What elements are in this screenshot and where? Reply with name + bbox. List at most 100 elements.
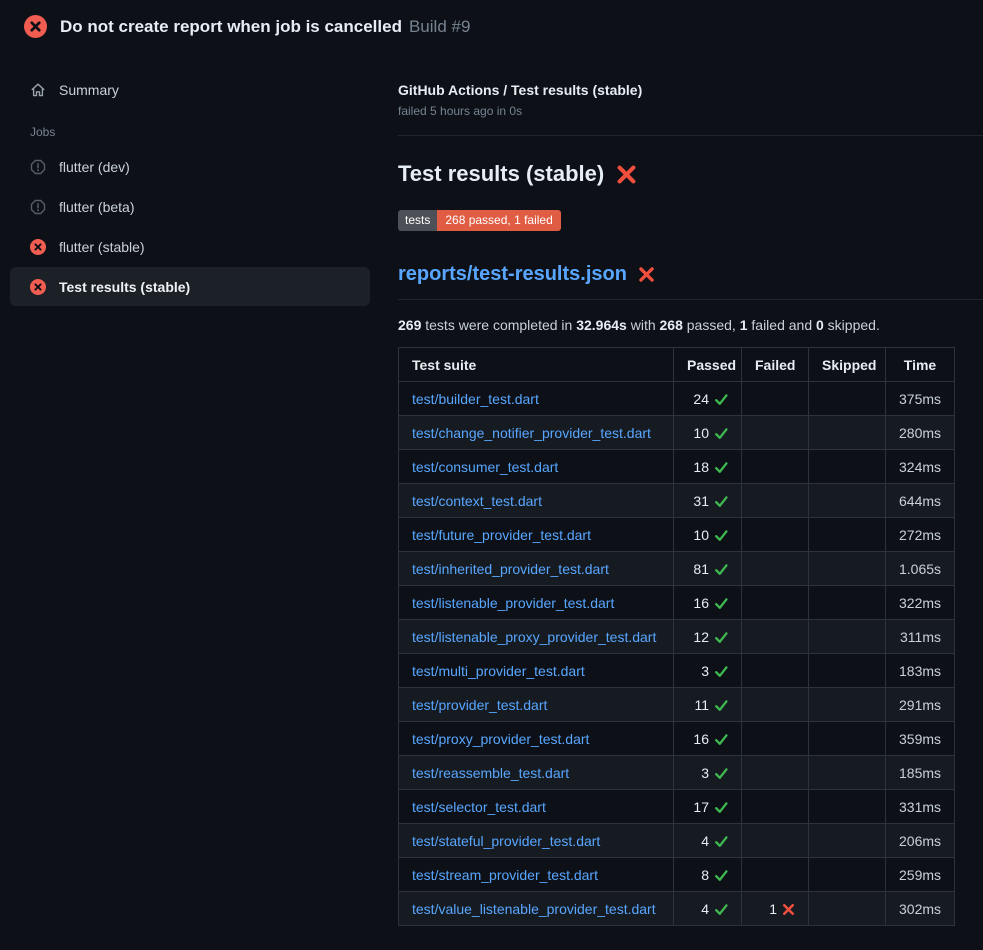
time-cell: 375ms (886, 382, 955, 416)
failed-cell (742, 824, 809, 858)
summary-passed: 268 (660, 317, 683, 333)
page-title: Do not create report when job is cancell… (60, 17, 402, 36)
passed-cell: 81 (674, 552, 742, 586)
summary-text: tests were completed in (421, 317, 576, 333)
breadcrumb: GitHub Actions / Test results (stable) (398, 82, 983, 98)
check-icon (714, 698, 728, 712)
passed-cell: 4 (674, 824, 742, 858)
time-cell: 322ms (886, 586, 955, 620)
check-icon (714, 460, 728, 474)
skipped-cell (809, 858, 886, 892)
skipped-cell (809, 620, 886, 654)
passed-cell: 10 (674, 416, 742, 450)
table-row: test/listenable_provider_test.dart 16 32… (399, 586, 955, 620)
check-icon (714, 766, 728, 780)
test-suite-link[interactable]: test/context_test.dart (412, 493, 542, 509)
summary-total: 269 (398, 317, 421, 333)
test-suite-link[interactable]: test/value_listenable_provider_test.dart (412, 901, 656, 917)
check-icon (714, 800, 728, 814)
time-cell: 324ms (886, 450, 955, 484)
skipped-cell (809, 382, 886, 416)
sidebar-item-flutter-dev[interactable]: flutter (dev) (10, 147, 370, 186)
test-suite-link[interactable]: test/selector_test.dart (412, 799, 546, 815)
time-cell: 280ms (886, 416, 955, 450)
check-icon (714, 426, 728, 440)
test-suite-link[interactable]: test/stream_provider_test.dart (412, 867, 598, 883)
time-cell: 331ms (886, 790, 955, 824)
test-suite-link[interactable]: test/listenable_provider_test.dart (412, 595, 614, 611)
test-suite-link[interactable]: test/multi_provider_test.dart (412, 663, 585, 679)
summary-sentence: 269 tests were completed in 32.964s with… (398, 317, 983, 333)
failed-cell (742, 552, 809, 586)
skipped-cell (809, 824, 886, 858)
summary-failed: 1 (740, 317, 748, 333)
skipped-cell (809, 518, 886, 552)
check-icon (714, 562, 728, 576)
passed-cell: 10 (674, 518, 742, 552)
passed-cell: 4 (674, 892, 742, 926)
column-header-test-suite: Test suite (399, 348, 674, 382)
skipped-cell (809, 688, 886, 722)
check-icon (714, 392, 728, 406)
page-header: Do not create report when job is cancell… (0, 0, 983, 51)
failed-cell (742, 586, 809, 620)
table-row: test/stream_provider_test.dart 8 259ms (399, 858, 955, 892)
check-icon (714, 494, 728, 508)
sidebar-item-flutter-stable[interactable]: flutter (stable) (10, 227, 370, 266)
test-suite-link[interactable]: test/builder_test.dart (412, 391, 539, 407)
check-run-heading: Test results (stable) (398, 161, 983, 187)
table-row: test/change_notifier_provider_test.dart … (399, 416, 955, 450)
passed-cell: 8 (674, 858, 742, 892)
test-suite-link[interactable]: test/consumer_test.dart (412, 459, 558, 475)
sidebar-summary-label: Summary (59, 82, 119, 98)
cancelled-status-icon (30, 199, 46, 215)
badge-label: tests (398, 210, 437, 231)
test-suite-link[interactable]: test/future_provider_test.dart (412, 527, 591, 543)
failed-status-icon (30, 239, 46, 255)
table-row: test/reassemble_test.dart 3 185ms (399, 756, 955, 790)
failed-x-icon (616, 164, 637, 185)
check-run-page: Do not create report when job is cancell… (0, 0, 983, 926)
skipped-cell (809, 586, 886, 620)
table-row: test/stateful_provider_test.dart 4 206ms (399, 824, 955, 858)
passed-cell: 18 (674, 450, 742, 484)
check-icon (714, 868, 728, 882)
skipped-cell (809, 484, 886, 518)
column-header-failed: Failed (742, 348, 809, 382)
table-row: test/builder_test.dart 24 375ms (399, 382, 955, 416)
sidebar-item-flutter-beta[interactable]: flutter (beta) (10, 187, 370, 226)
table-row: test/multi_provider_test.dart 3 183ms (399, 654, 955, 688)
skipped-cell (809, 722, 886, 756)
sidebar-item-test-results-stable[interactable]: Test results (stable) (10, 267, 370, 306)
report-file-link[interactable]: reports/test-results.json (398, 263, 627, 286)
sidebar-item-summary[interactable]: Summary (10, 73, 370, 107)
column-header-passed: Passed (674, 348, 742, 382)
failed-cell (742, 518, 809, 552)
test-suite-link[interactable]: test/provider_test.dart (412, 697, 547, 713)
table-row: test/listenable_proxy_provider_test.dart… (399, 620, 955, 654)
time-cell: 185ms (886, 756, 955, 790)
test-suite-link[interactable]: test/stateful_provider_test.dart (412, 833, 600, 849)
failed-cell (742, 790, 809, 824)
time-cell: 359ms (886, 722, 955, 756)
check-run-content: GitHub Actions / Test results (stable) f… (398, 51, 983, 926)
failed-status-icon (24, 15, 47, 38)
test-suite-link[interactable]: test/listenable_proxy_provider_test.dart (412, 629, 656, 645)
time-cell: 291ms (886, 688, 955, 722)
test-suite-link[interactable]: test/inherited_provider_test.dart (412, 561, 609, 577)
passed-cell: 16 (674, 586, 742, 620)
build-number: Build #9 (409, 17, 470, 36)
x-icon (782, 903, 795, 916)
summary-skipped: 0 (816, 317, 824, 333)
table-row: test/inherited_provider_test.dart 81 1.0… (399, 552, 955, 586)
report-heading: reports/test-results.json (398, 263, 983, 300)
summary-text: skipped. (824, 317, 880, 333)
column-header-time: Time (886, 348, 955, 382)
test-suite-link[interactable]: test/reassemble_test.dart (412, 765, 569, 781)
failed-cell (742, 722, 809, 756)
check-icon (714, 902, 728, 916)
test-suite-link[interactable]: test/proxy_provider_test.dart (412, 731, 589, 747)
test-suite-link[interactable]: test/change_notifier_provider_test.dart (412, 425, 651, 441)
time-cell: 272ms (886, 518, 955, 552)
sidebar: Summary Jobs flutter (dev) flutter (beta… (0, 51, 380, 307)
